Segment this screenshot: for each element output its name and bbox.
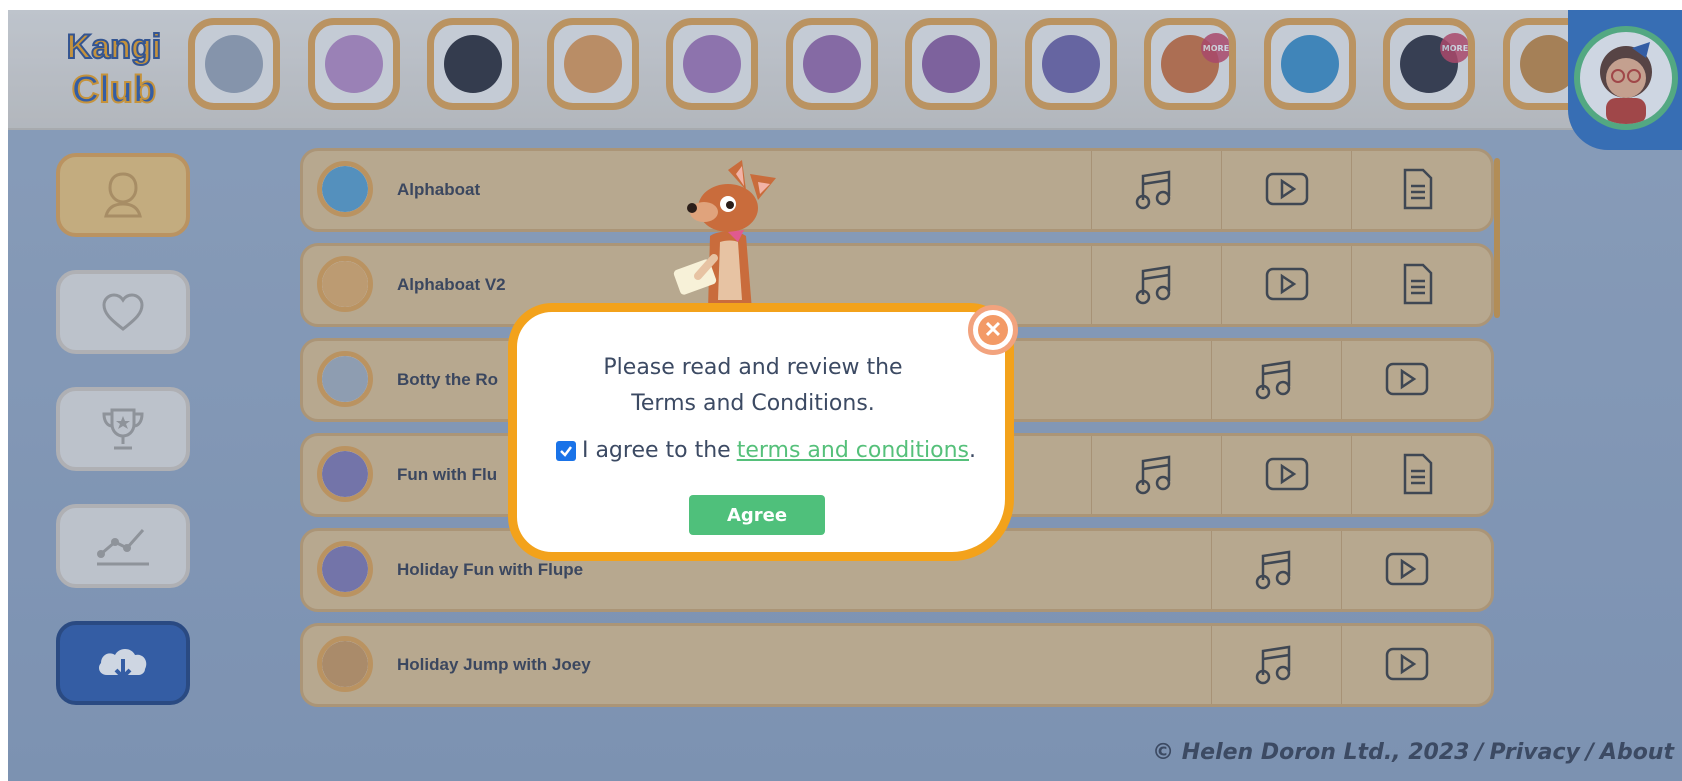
close-modal-button[interactable]: ✕ xyxy=(968,305,1018,355)
footer: © Helen Doron Ltd., 2023/Privacy / About xyxy=(1152,740,1674,765)
kangaroo-mascot xyxy=(673,160,776,310)
terms-message-line2: Terms and Conditions. xyxy=(631,391,875,416)
terms-message-line1: Please read and review the xyxy=(603,355,903,380)
agree-checkbox[interactable] xyxy=(556,440,576,461)
footer-separator: / xyxy=(1475,740,1484,765)
checkmark-icon xyxy=(560,445,572,457)
footer-about-link[interactable]: About xyxy=(1600,740,1674,765)
agree-button[interactable]: Agree xyxy=(689,495,825,535)
footer-separator: / xyxy=(1585,740,1594,765)
agree-checkbox-row: I agree to the terms and conditions. xyxy=(556,438,976,463)
footer-copyright: © Helen Doron Ltd., 2023 xyxy=(1152,740,1470,765)
terms-message: Please read and review the Terms and Con… xyxy=(528,350,978,422)
app-background: Kangi Club MORE MORE Alphaboat Alphaboat… xyxy=(8,10,1682,781)
agree-prefix-text: I agree to the xyxy=(581,438,731,463)
close-icon: ✕ xyxy=(978,315,1008,345)
footer-privacy-link[interactable]: Privacy xyxy=(1489,740,1579,765)
terms-and-conditions-link[interactable]: terms and conditions xyxy=(737,438,969,463)
agree-suffix-text: . xyxy=(969,438,976,463)
